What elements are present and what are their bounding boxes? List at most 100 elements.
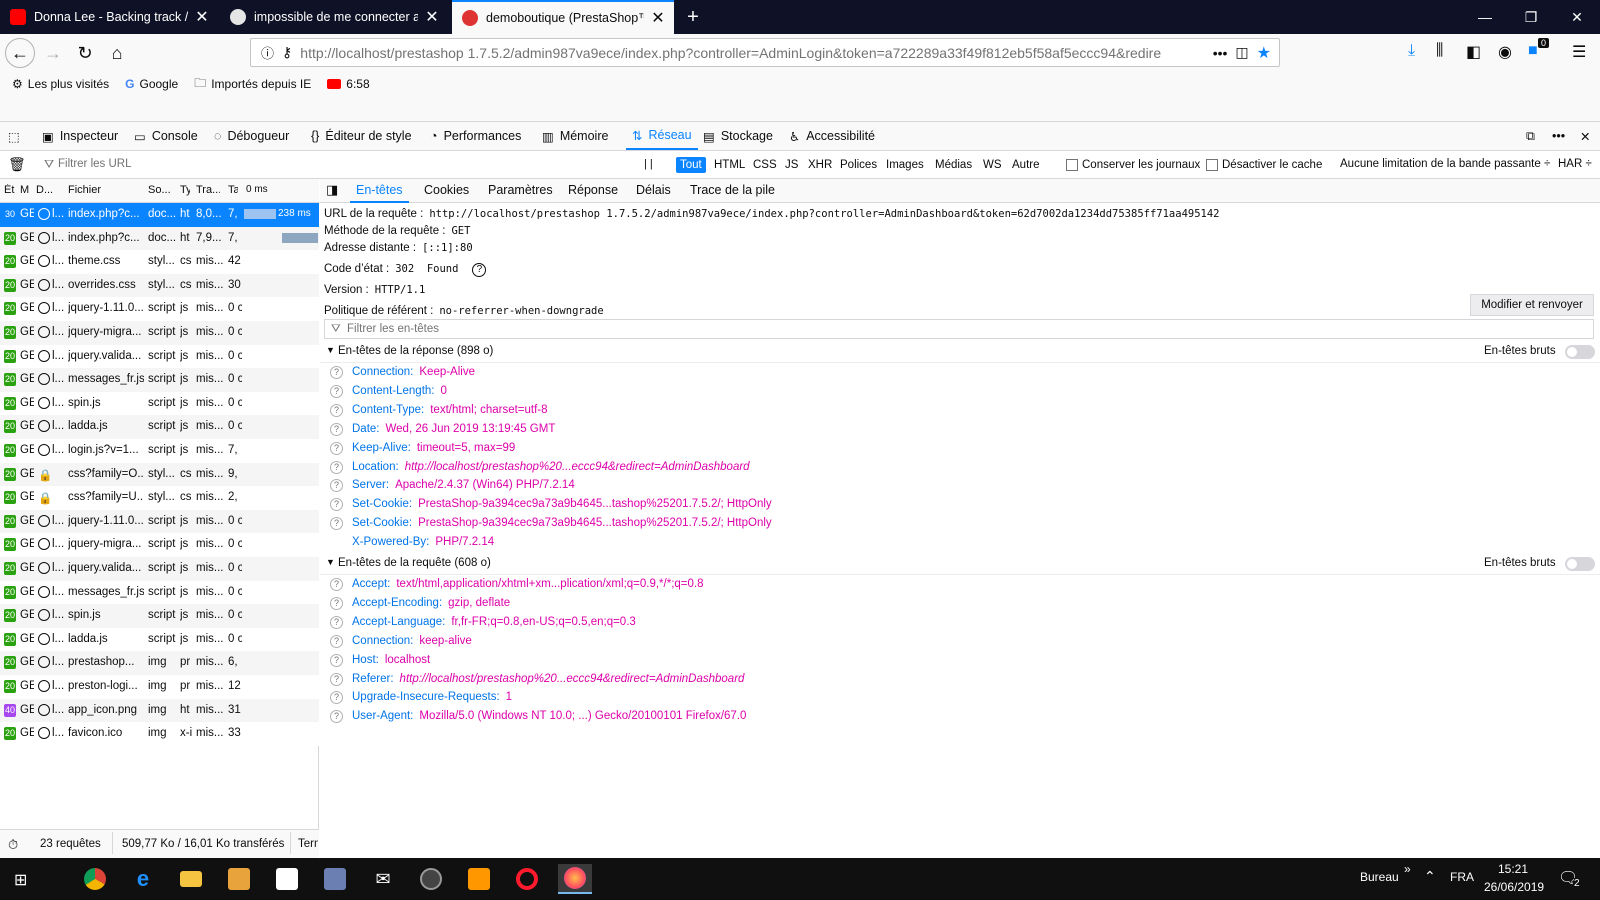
column-type[interactable]: Ty (180, 184, 190, 196)
filter-xhr[interactable]: XHR (804, 157, 836, 173)
header-help-icon[interactable]: ? (330, 498, 343, 512)
bookmark-item[interactable]: G Google (125, 77, 178, 91)
request-row[interactable]: 30 GE l... index.php?c... doc... ht 8,0... 7, 23… (0, 203, 319, 227)
tab-response[interactable]: Réponse (562, 179, 624, 203)
clock-date[interactable]: 26/06/2019 (1484, 880, 1544, 894)
tab-inspector[interactable]: ▣ Inspecteur (42, 122, 118, 150)
toggle-sidebar-icon[interactable]: ◨ (326, 182, 338, 198)
request-row[interactable]: 40 GE l... app_icon.png img ht mis... 31 (0, 698, 319, 723)
header-help-icon[interactable]: ? (330, 672, 343, 686)
header-help-icon[interactable]: ? (330, 384, 343, 398)
tab-memory[interactable]: ▥ Mémoire (542, 122, 608, 150)
store-icon[interactable] (270, 864, 304, 894)
url-bar[interactable]: ⓘ ⚷ http://localhost/prestashop 1.7.5.2/… (250, 38, 1280, 67)
browser-tab-2[interactable]: demoboutique (PrestaShop™) ✕ (452, 0, 674, 34)
checkbox-box[interactable] (1206, 159, 1218, 171)
request-row[interactable]: 20 GE l... messages_fr.js script js mis... 0 c (0, 580, 319, 605)
column-domain[interactable]: D... (36, 184, 56, 196)
edit-resend-button[interactable]: Modifier et renvoyer (1470, 294, 1594, 316)
request-row[interactable]: 20 GE l... favicon.ico img x-i mis... 33 (0, 722, 319, 747)
header-help-icon[interactable]: ? (330, 634, 343, 648)
header-line[interactable]: ? Content-Type: text/html; charset=utf-8 (320, 402, 1590, 421)
clock-time[interactable]: 15:21 (1498, 862, 1528, 876)
menu-icon[interactable]: ☰ (1572, 42, 1586, 62)
headers-filter-input[interactable]: ⛛ Filtrer les en-têtes (324, 319, 1594, 339)
request-row[interactable]: 20 GE l... jquery.valida... script js mis... 0 … (0, 344, 319, 369)
column-method[interactable]: M (20, 184, 30, 196)
tab-timings[interactable]: Délais (630, 179, 677, 203)
header-help-icon[interactable]: ? (330, 403, 343, 417)
header-line[interactable]: ? Date: Wed, 26 Jun 2019 13:19:45 GMT (320, 421, 1590, 440)
request-row[interactable]: 20 GE l... prestashop... img pr mis... 6, (0, 651, 319, 676)
trash-icon[interactable]: 🗑 (8, 156, 26, 173)
header-line[interactable]: X-Powered-By: PHP/7.2.14 (320, 534, 1590, 553)
tab-accessibility[interactable]: ♿ Accessibilité (789, 122, 875, 150)
request-row[interactable]: 20 GE l... jquery-1.11.0... script js mis... 0 … (0, 297, 319, 322)
back-icon[interactable]: ← (5, 38, 35, 68)
header-help-icon[interactable]: ? (330, 615, 343, 629)
close-tab-icon[interactable]: ✕ (650, 8, 666, 28)
request-row[interactable]: 20 GE l... overrides.css styl... cs mis... 30 (0, 273, 319, 298)
raw-headers-toggle[interactable] (1565, 345, 1595, 359)
column-file[interactable]: Fichier (68, 184, 144, 196)
info-icon[interactable]: ⓘ (261, 43, 274, 62)
persist-logs-checkbox[interactable]: Conserver les journaux (1066, 159, 1200, 171)
more-options-icon[interactable]: ••• (1552, 122, 1565, 150)
header-line[interactable]: ? Connection: keep-alive (320, 633, 1590, 652)
restore-icon[interactable]: ❐ (1508, 0, 1554, 34)
url-filter-input[interactable]: Filtrer les URL (58, 158, 618, 170)
request-row[interactable]: 20 GE l... preston-logi... img pr mis... 12 (0, 675, 319, 699)
header-line[interactable]: ? Referer: http://localhost/prestashop%20.… (320, 671, 1590, 690)
close-window-icon[interactable]: ✕ (1554, 0, 1600, 34)
forward-icon[interactable]: → (38, 38, 68, 68)
request-row[interactable]: 20 GE l... jquery-migra... script js mis... 0 c (0, 533, 319, 558)
tab-performance[interactable]: ◔ Performances (430, 122, 521, 150)
raw-headers-toggle[interactable] (1565, 557, 1595, 571)
minimize-icon[interactable]: — (1462, 0, 1508, 34)
tray-up-icon[interactable]: ⌃ (1424, 868, 1436, 885)
tab-cookies[interactable]: Cookies (418, 179, 475, 203)
column-transferred[interactable]: Tra... (196, 184, 220, 196)
bookmark-item[interactable]: ⚙ Les plus visités (12, 77, 109, 91)
file-explorer-icon[interactable] (174, 864, 208, 894)
throttling-select[interactable]: Aucune limitation de la bande passante ÷ (1340, 158, 1550, 170)
reload-icon[interactable]: ↻ (70, 38, 100, 68)
response-headers-section[interactable]: ▼ En-têtes de la réponse (898 o) En-tête… (320, 341, 1600, 363)
bookmark-item[interactable]: 6:58 (327, 77, 370, 91)
header-line[interactable]: ? Upgrade-Insecure-Requests: 1 (320, 689, 1590, 708)
extension-icon[interactable]: ■ (1528, 42, 1538, 60)
help-icon[interactable]: ? (472, 263, 487, 277)
header-line[interactable]: ? User-Agent: Mozilla/5.0 (Windows NT 10.0… (320, 708, 1590, 727)
header-line[interactable]: ? Accept-Language: fr,fr-FR;q=0.8,en-US;q=… (320, 614, 1590, 633)
library-icon[interactable]: ⫼ (1436, 42, 1443, 60)
har-menu[interactable]: HAR ÷ (1558, 158, 1592, 170)
close-devtools-icon[interactable]: ✕ (1580, 122, 1590, 150)
edge-icon[interactable]: e (126, 864, 160, 894)
request-row[interactable]: 20 GE l... spin.js script js mis... 0 c (0, 391, 319, 416)
request-row[interactable]: 20 GE l... messages_fr.js script js mis... 0 c (0, 368, 319, 393)
header-help-icon[interactable]: ? (330, 710, 343, 724)
windows-start-icon[interactable]: ⊞ (14, 870, 27, 890)
filter-html[interactable]: HTML (710, 157, 749, 173)
column-waterfall[interactable]: 0 ms (246, 184, 282, 195)
browser-tab-0[interactable]: Donna Lee - Backing track / Pla ✕ (0, 0, 218, 34)
header-help-icon[interactable]: ? (330, 653, 343, 667)
language-indicator[interactable]: FRA (1450, 870, 1474, 884)
home-icon[interactable]: ⌂ (102, 38, 132, 68)
app-icon[interactable] (318, 864, 352, 894)
filter-fonts[interactable]: Polices (836, 157, 881, 173)
filter-css[interactable]: CSS (749, 157, 781, 173)
header-help-icon[interactable]: ? (330, 517, 343, 531)
request-row[interactable]: 20 GE l... theme.css styl... cs mis... 42 (0, 250, 319, 275)
pocket-icon[interactable]: ◫ (1235, 44, 1248, 61)
request-row[interactable]: 20 GE l... jquery-migra... script js mis... 0 c (0, 321, 319, 345)
request-row[interactable]: 20 GE l... ladda.js script js mis... 0 c (0, 627, 319, 652)
header-line[interactable]: ? Set-Cookie: PrestaShop-9a394cec9a73a9b46… (320, 496, 1590, 515)
close-tab-icon[interactable]: ✕ (424, 7, 440, 27)
dock-icon[interactable]: ⧉ (1526, 122, 1535, 150)
bookmark-star-icon[interactable]: ★ (1257, 43, 1271, 63)
header-line[interactable]: ? Keep-Alive: timeout=5, max=99 (320, 440, 1590, 459)
tab-network[interactable]: ⇅ Réseau (626, 122, 698, 150)
expand-triangle-icon[interactable]: ▼ (326, 557, 335, 567)
filter-other[interactable]: Autre (1008, 157, 1044, 173)
